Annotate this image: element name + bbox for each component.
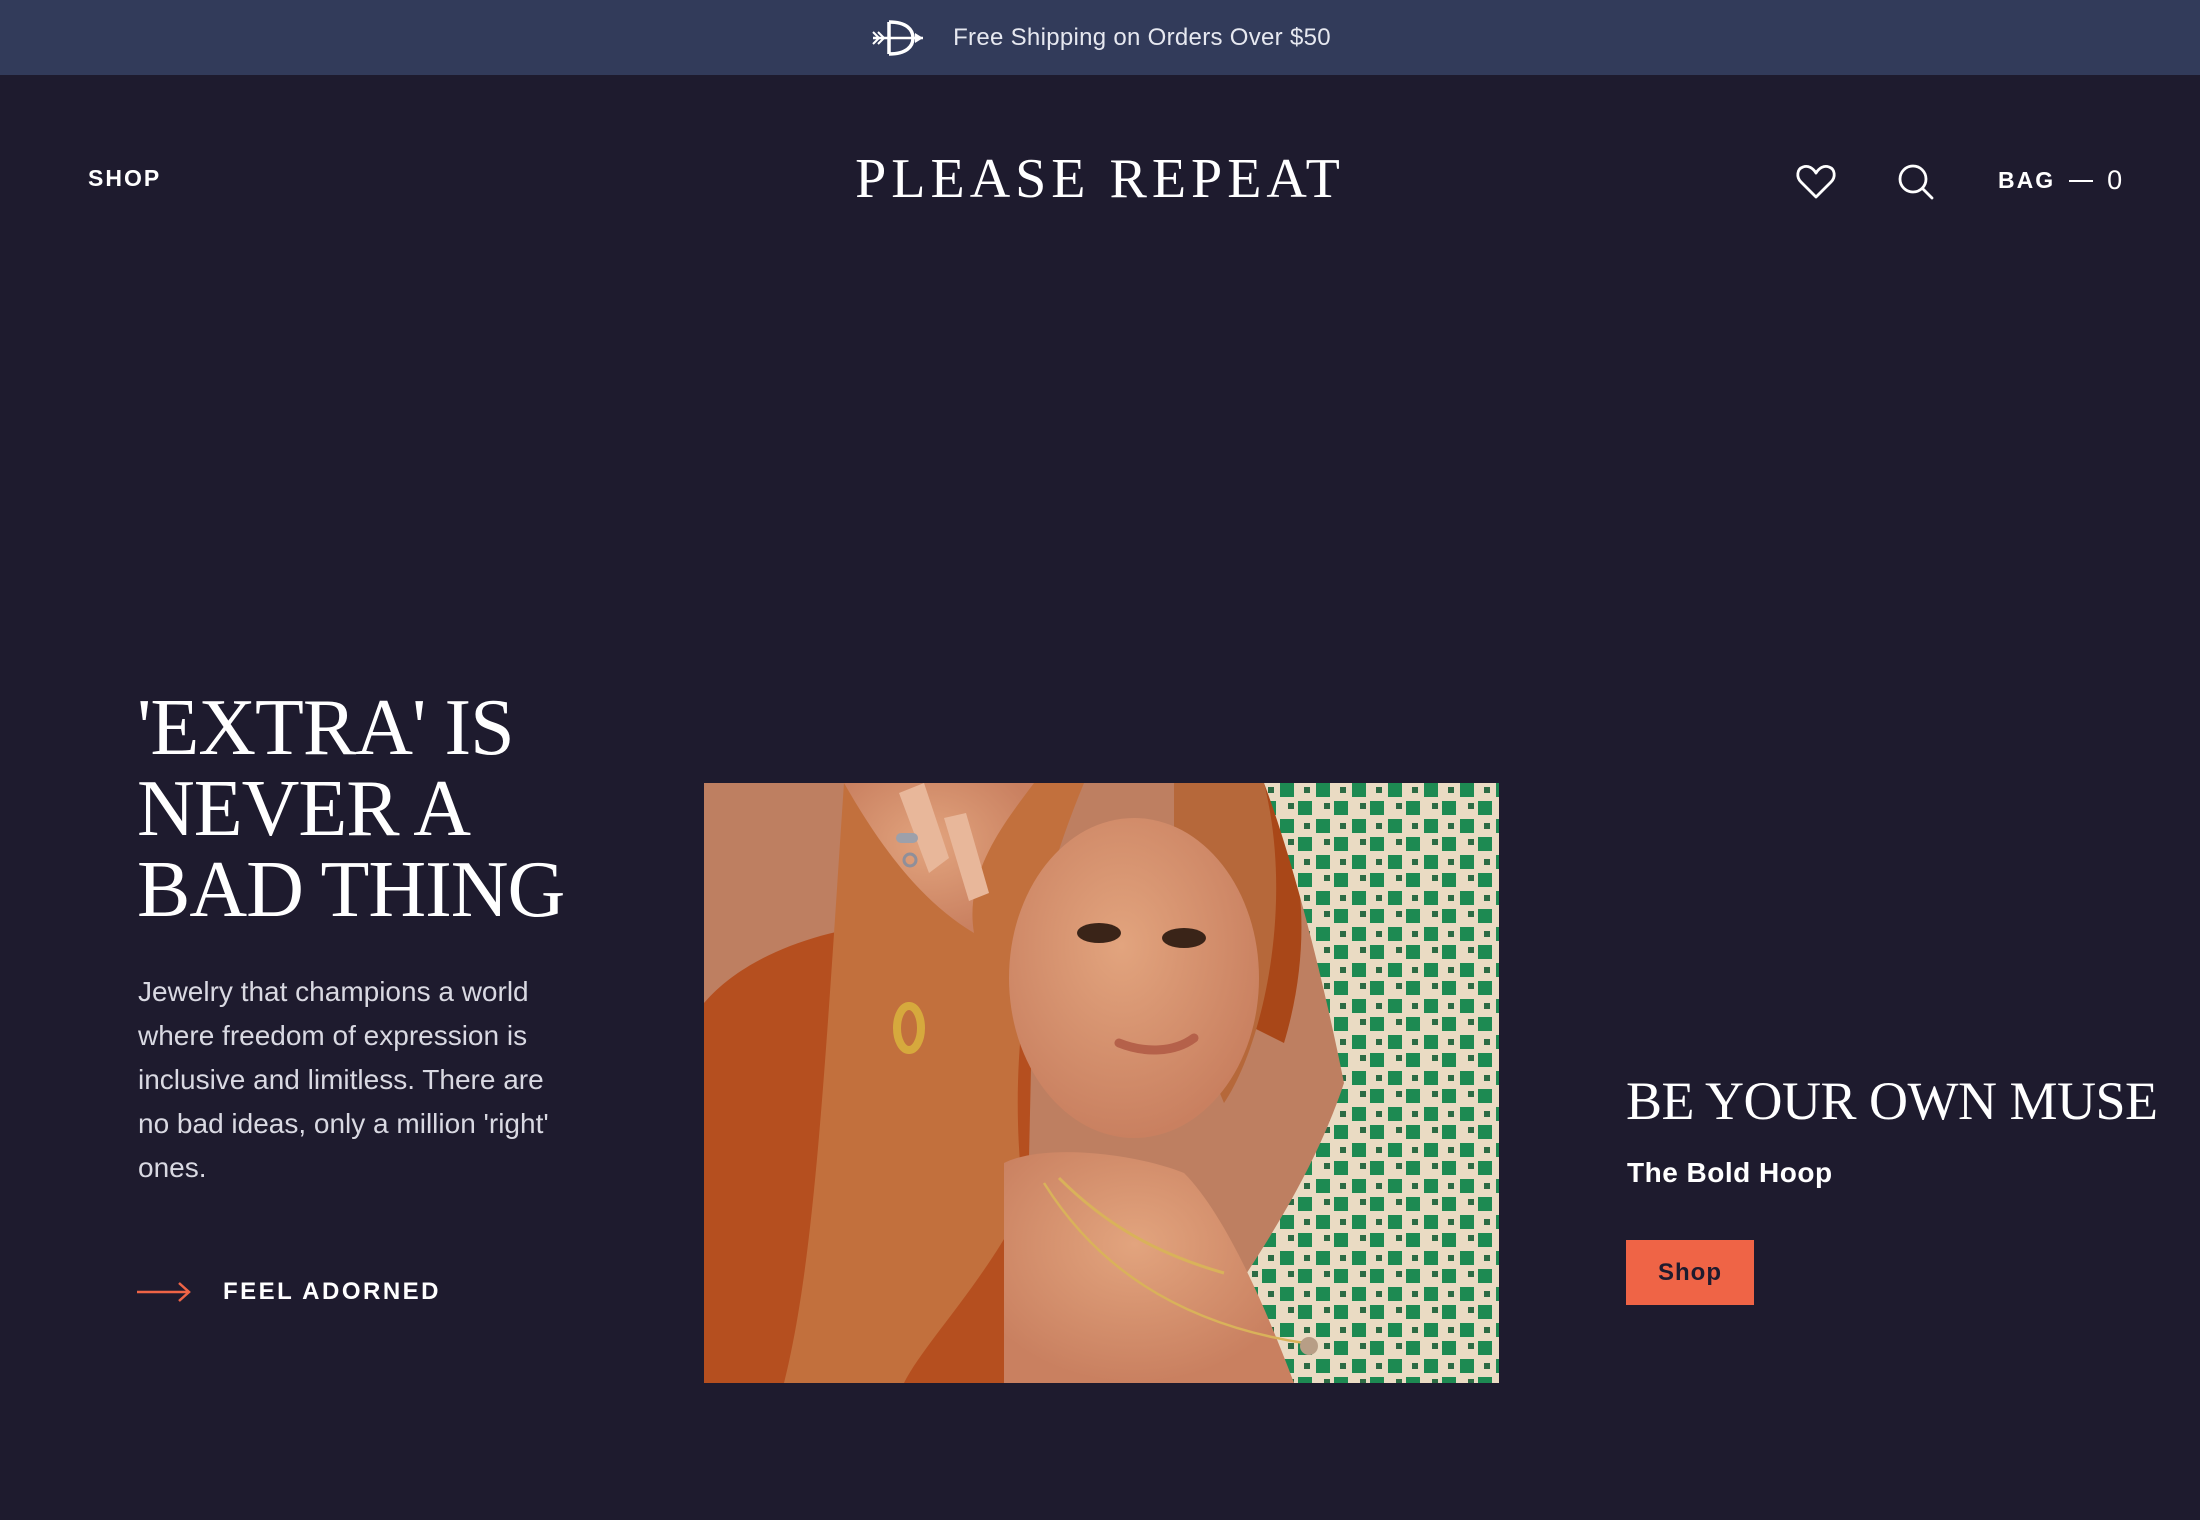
search-icon: [1898, 164, 1934, 200]
bag-count: 0: [2107, 165, 2123, 195]
heart-icon: [1796, 164, 1836, 199]
feature-title: BE YOUR OWN MUSE: [1626, 1071, 2158, 1131]
bag-button[interactable]: BAG 0: [1998, 165, 2122, 196]
hero-description: Jewelry that champions a world where fre…: [138, 976, 549, 1183]
bag-divider: [2069, 179, 2094, 182]
bag-label: BAG: [1998, 167, 2056, 193]
hero-photo: [704, 783, 1499, 1383]
hero-title-line: 'EXTRA' IS: [137, 684, 515, 772]
feel-adorned-link[interactable]: FEEL ADORNED: [137, 1278, 441, 1306]
cta-label: FEEL ADORNED: [223, 1278, 442, 1305]
arrow-right-icon: [137, 1282, 191, 1302]
brand-logo-link[interactable]: PLEASE REPEAT: [855, 148, 1345, 210]
search-button[interactable]: [1893, 159, 1939, 205]
shop-button[interactable]: Shop: [1626, 1240, 1754, 1305]
announcement-text: Free Shipping on Orders Over $50: [953, 23, 1331, 51]
feature-subtitle: The Bold Hoop: [1627, 1157, 1833, 1188]
wishlist-button[interactable]: [1793, 159, 1839, 205]
arrow-logo-icon: [872, 19, 924, 56]
hero-title: 'EXTRA' IS NEVER A BAD THING: [137, 688, 657, 931]
hero-title-line: BAD THING: [137, 846, 565, 934]
announcement-bar: Free Shipping on Orders Over $50: [0, 0, 2200, 75]
site-header: SHOP PLEASE REPEAT BAG 0: [0, 75, 2200, 280]
hero-title-line: NEVER A: [137, 765, 471, 853]
brand-logo: PLEASE REPEAT: [0, 147, 2200, 211]
